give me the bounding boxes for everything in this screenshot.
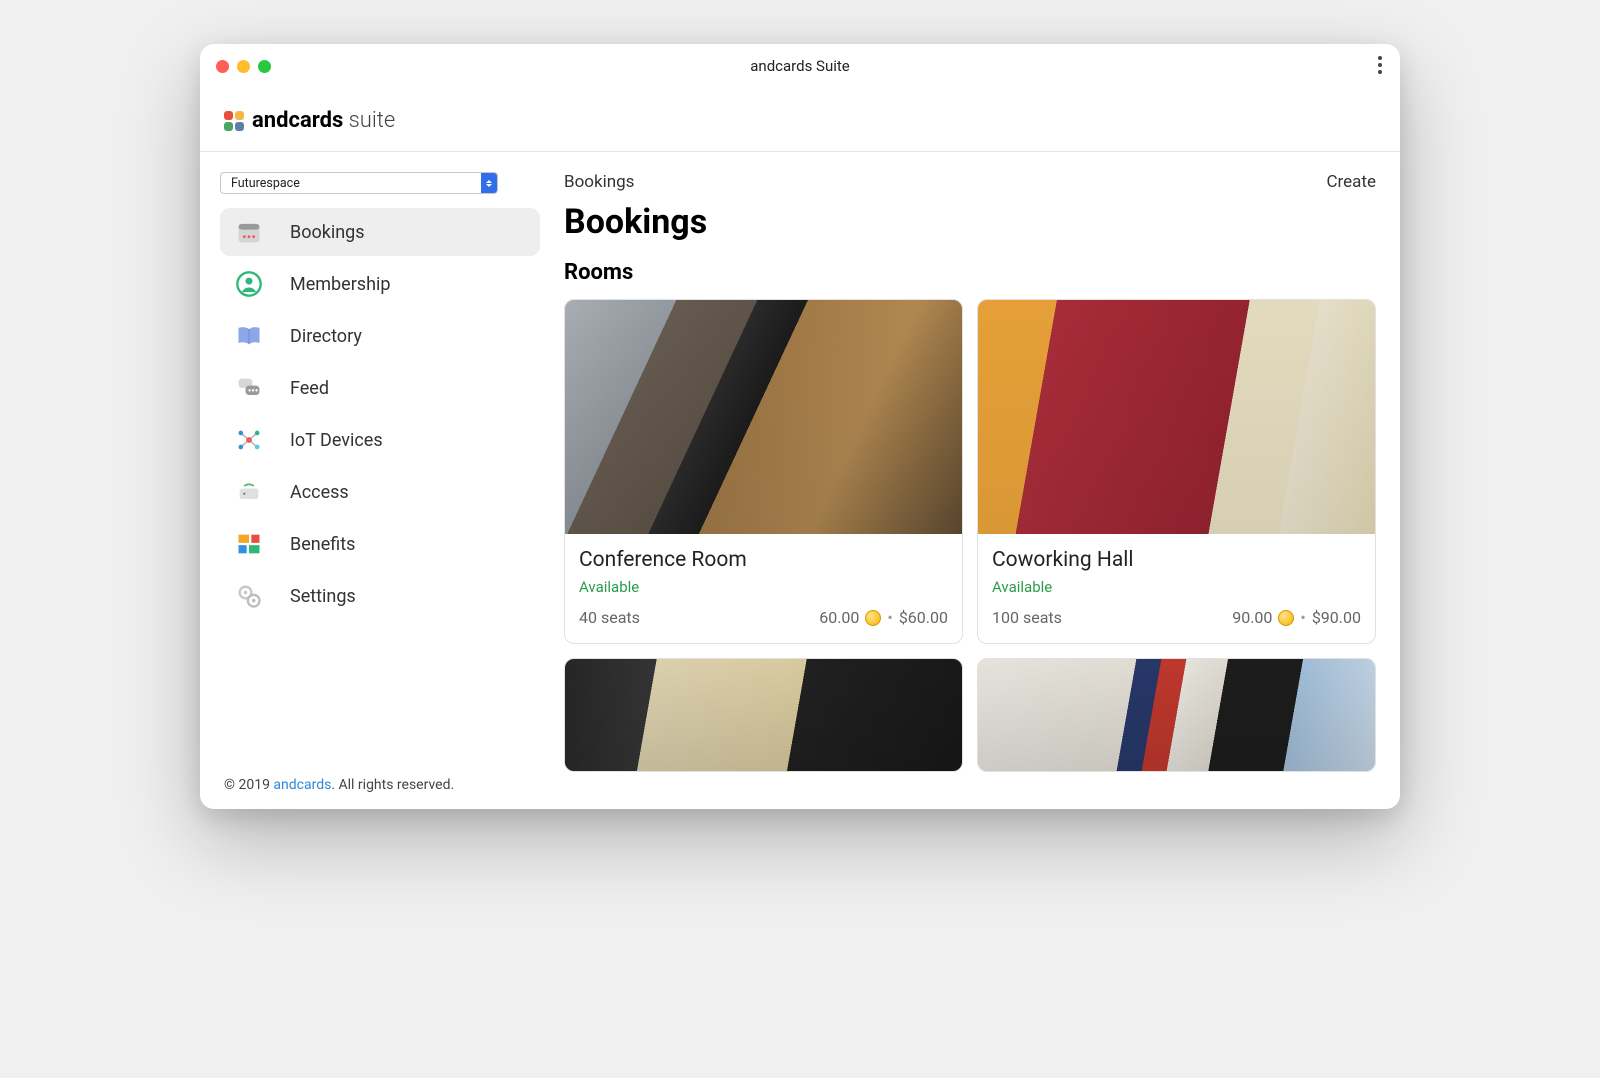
room-meta: Conference Room Available 40 seats 60.00 • $6…	[565, 534, 962, 643]
titlebar: andcards Suite	[200, 44, 1400, 88]
room-photo	[978, 300, 1375, 534]
space-selector-value: Futurespace	[221, 176, 481, 191]
room-photo	[978, 659, 1375, 771]
room-photo	[565, 300, 962, 534]
room-status: Available	[992, 578, 1361, 596]
footer-prefix: © 2019	[224, 777, 273, 793]
room-seats: 100 seats	[992, 608, 1062, 627]
room-cash-price: $60.00	[899, 608, 948, 627]
book-icon	[234, 321, 264, 351]
coin-icon	[865, 610, 881, 626]
sidebar-nav: Bookings Membership Directory Feed IoT Devic…	[220, 208, 540, 624]
room-status: Available	[579, 578, 948, 596]
room-photo	[565, 659, 962, 771]
room-card[interactable]: Coworking Hall Available 100 seats 90.00 • $9…	[977, 299, 1376, 644]
room-price: 60.00 • $60.00	[819, 608, 948, 627]
sidebar-item-iot-devices[interactable]: IoT Devices	[220, 416, 540, 464]
brand-name: andcards suite	[252, 108, 395, 133]
room-seats: 40 seats	[579, 608, 640, 627]
sidebar-item-settings[interactable]: Settings	[220, 572, 540, 620]
footer-brand-link[interactable]: andcards	[273, 777, 331, 793]
sidebar-item-benefits[interactable]: Benefits	[220, 520, 540, 568]
create-button[interactable]: Create	[1326, 172, 1376, 192]
brand-name-main: andcards	[252, 108, 343, 133]
sidebar-item-label: Membership	[290, 274, 391, 295]
sidebar-item-feed[interactable]: Feed	[220, 364, 540, 412]
sidebar-item-label: Directory	[290, 326, 362, 347]
sidebar-item-bookings[interactable]: Bookings	[220, 208, 540, 256]
sidebar-item-label: Bookings	[290, 222, 365, 243]
sidebar-item-membership[interactable]: Membership	[220, 260, 540, 308]
more-menu-button[interactable]	[1378, 56, 1382, 74]
sidebar-item-label: Feed	[290, 378, 329, 399]
space-selector[interactable]: Futurespace	[220, 172, 498, 194]
room-bottom-row: 100 seats 90.00 • $90.00	[992, 608, 1361, 627]
room-card[interactable]	[564, 658, 963, 772]
footer-suffix: . All rights reserved.	[331, 777, 454, 793]
brand-logo-icon	[224, 111, 244, 131]
rooms-grid: Conference Room Available 40 seats 60.00 • $6…	[564, 299, 1376, 772]
coin-icon	[1278, 610, 1294, 626]
calendar-icon	[234, 217, 264, 247]
breadcrumb: Bookings	[564, 172, 634, 192]
main-content: Bookings Create Bookings Rooms Conferenc…	[550, 152, 1400, 809]
person-icon	[234, 269, 264, 299]
tiles-icon	[234, 529, 264, 559]
sidebar-item-label: Access	[290, 482, 349, 503]
page-title: Bookings	[564, 202, 1376, 242]
section-title: Rooms	[564, 260, 1376, 285]
sidebar-item-label: Benefits	[290, 534, 355, 555]
room-bottom-row: 40 seats 60.00 • $60.00	[579, 608, 948, 627]
dropdown-arrows-icon	[481, 173, 497, 193]
room-cash-price: $90.00	[1312, 608, 1361, 627]
room-meta: Coworking Hall Available 100 seats 90.00 • $9…	[978, 534, 1375, 643]
separator: •	[887, 608, 892, 627]
room-credits: 90.00	[1232, 608, 1272, 627]
room-price: 90.00 • $90.00	[1232, 608, 1361, 627]
brand-name-suffix: suite	[343, 108, 395, 133]
footer: © 2019 andcards. All rights reserved.	[220, 771, 540, 799]
sidebar-item-label: Settings	[290, 586, 356, 607]
app-window: andcards Suite andcards suite Futurespac…	[200, 44, 1400, 809]
chat-icon	[234, 373, 264, 403]
room-card[interactable]	[977, 658, 1376, 772]
gear-icon	[234, 581, 264, 611]
sidebar-item-label: IoT Devices	[290, 430, 383, 451]
room-name: Coworking Hall	[992, 548, 1361, 572]
room-credits: 60.00	[819, 608, 859, 627]
sidebar-item-access[interactable]: Access	[220, 468, 540, 516]
router-icon	[234, 477, 264, 507]
room-card[interactable]: Conference Room Available 40 seats 60.00 • $6…	[564, 299, 963, 644]
room-name: Conference Room	[579, 548, 948, 572]
brand-bar: andcards suite	[200, 88, 1400, 152]
sidebar: Futurespace Bookings Membership Directory F…	[200, 152, 550, 809]
sidebar-item-directory[interactable]: Directory	[220, 312, 540, 360]
window-title: andcards Suite	[200, 57, 1400, 75]
separator: •	[1300, 608, 1305, 627]
nodes-icon	[234, 425, 264, 455]
